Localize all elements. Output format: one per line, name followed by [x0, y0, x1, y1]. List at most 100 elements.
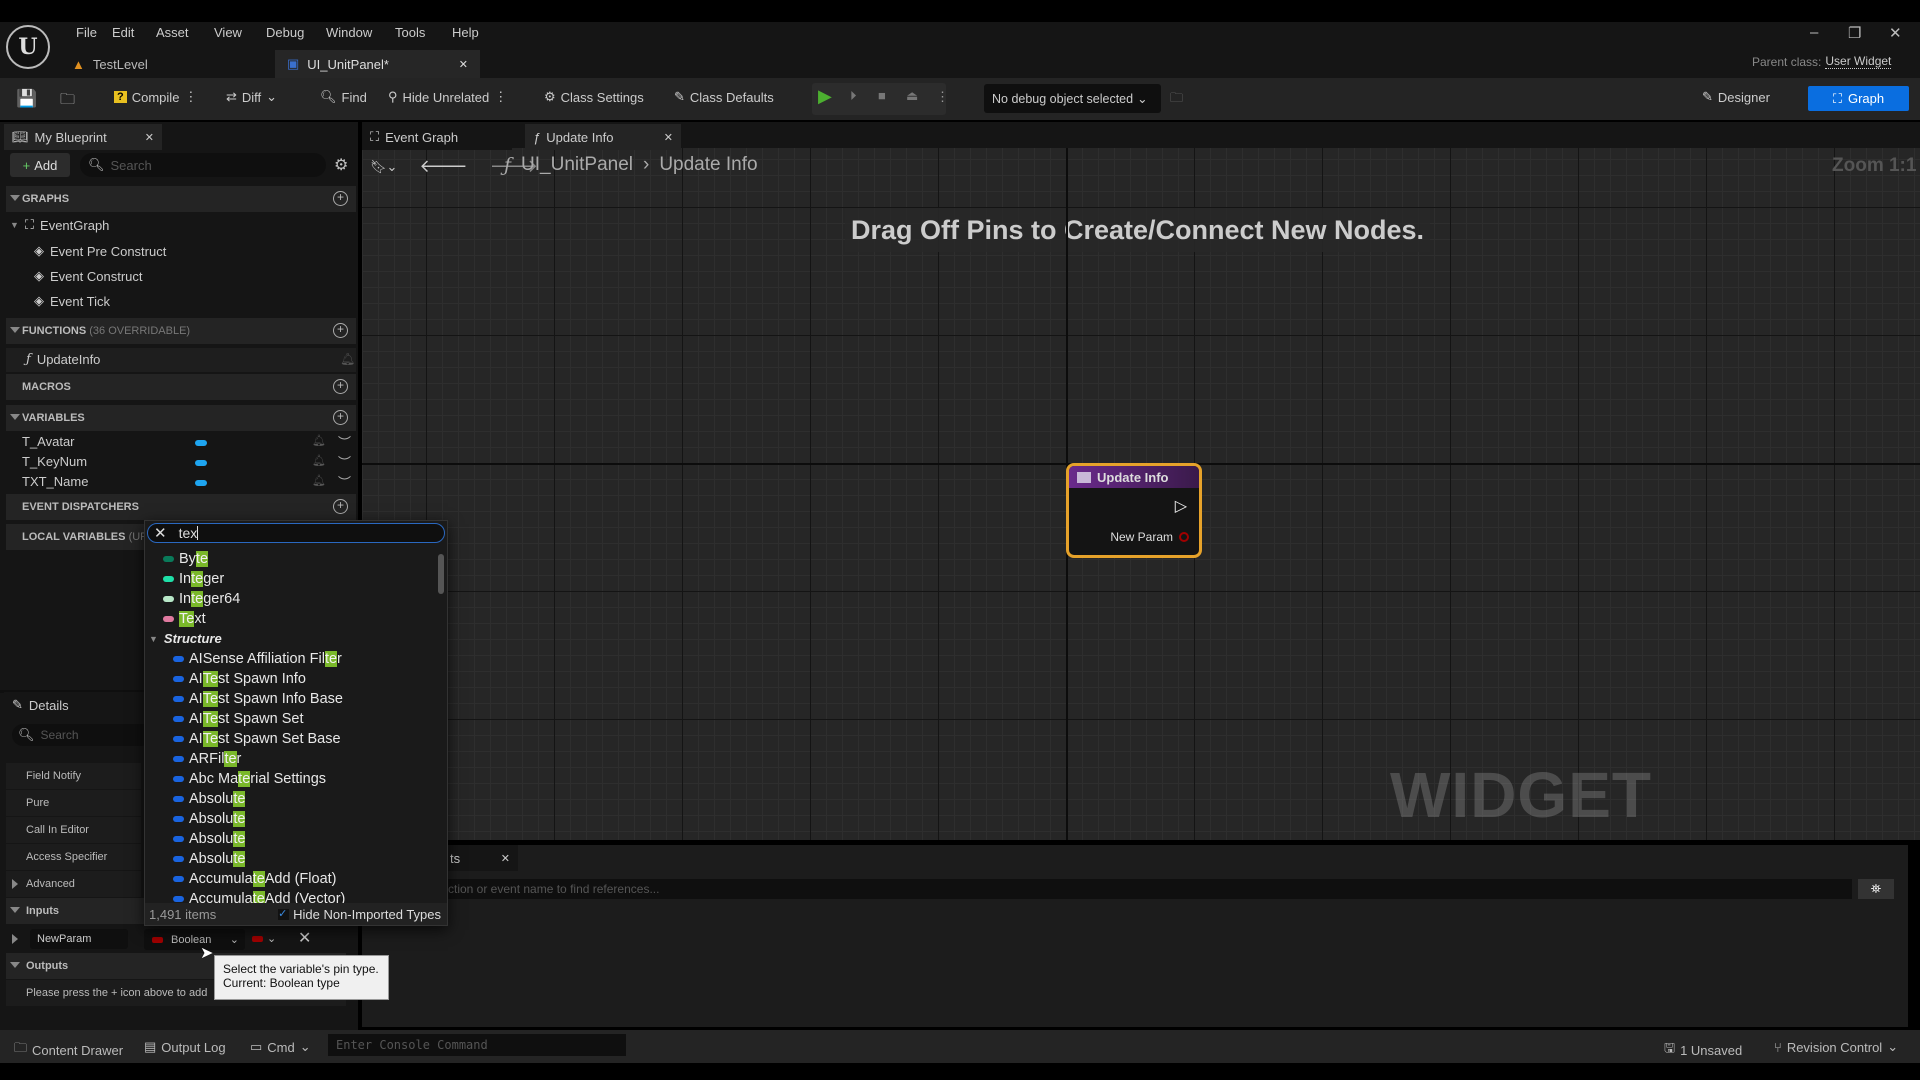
hide-unrelated-button[interactable]: ⚲ Hide Unrelated ⋮	[388, 89, 507, 105]
menu-edit[interactable]: Edit	[112, 25, 134, 40]
add-variable-icon[interactable]: +	[333, 410, 348, 425]
eject-icon[interactable]: ⏏	[906, 88, 918, 104]
settings-gear-icon[interactable]: ⚙	[334, 155, 348, 175]
exec-pin-icon[interactable]: ▷	[1175, 496, 1187, 516]
type-list-item[interactable]: AI Te st Spawn Set	[173, 711, 303, 727]
output-log-button[interactable]: ▤ Output Log	[144, 1039, 226, 1055]
content-drawer-button[interactable]: 🗀 Content Drawer	[14, 1039, 123, 1061]
param-name-input[interactable]: NewParam	[30, 929, 128, 949]
expand-icon[interactable]	[12, 934, 18, 944]
bell-icon[interactable]: 🔔︎	[312, 434, 326, 447]
type-list-item[interactable]: In te ger	[163, 571, 224, 587]
unsaved-button[interactable]: 🖫 1 Unsaved	[1664, 1039, 1742, 1061]
my-blueprint-search[interactable]: 🔍︎ Search	[80, 153, 326, 177]
compile-button[interactable]: ? Compile ⋮	[114, 89, 197, 105]
remove-param-icon[interactable]: ✕	[298, 928, 311, 948]
menu-file[interactable]: File	[76, 25, 97, 40]
parent-class-link[interactable]: User Widget	[1825, 54, 1892, 69]
list-scrollbar[interactable]	[438, 554, 444, 594]
add-graph-icon[interactable]: +	[333, 191, 348, 206]
tab-my-blueprint[interactable]: 📖︎ My Blueprint ✕	[4, 124, 162, 150]
restore-icon[interactable]: ❐	[1848, 24, 1861, 42]
designer-button[interactable]: ✎ Designer	[1702, 89, 1770, 105]
type-list-item[interactable]: AI Te st Spawn Set Base	[173, 731, 341, 747]
eye-closed-icon[interactable]: ︶	[338, 472, 351, 491]
function-entry-node[interactable]: Update Info ▷ New Param	[1066, 463, 1202, 558]
add-function-icon[interactable]: +	[333, 323, 348, 338]
kebab-icon[interactable]: ⋮	[936, 89, 949, 105]
type-list-item[interactable]: In te ger64	[163, 591, 240, 607]
type-list-item[interactable]: AISense Affiliation Fil te r	[173, 651, 342, 667]
menu-help[interactable]: Help	[452, 25, 479, 40]
add-macro-icon[interactable]: +	[333, 379, 348, 394]
add-button[interactable]: + Add	[10, 153, 70, 177]
class-defaults-button[interactable]: ✎ Class Defaults	[674, 89, 774, 105]
find-button[interactable]: 🔍︎ Find	[320, 89, 367, 105]
boolean-pin-icon[interactable]	[1179, 532, 1189, 542]
bell-icon[interactable]: 🔔︎	[312, 474, 326, 487]
event-item[interactable]: ◈ Event Pre Construct	[34, 243, 166, 259]
bell-icon[interactable]: 🔔︎	[312, 454, 326, 467]
revision-control-button[interactable]: ⑂ Revision Control ⌄	[1774, 1039, 1898, 1055]
minimize-icon[interactable]: –	[1810, 24, 1818, 41]
variable-item[interactable]: T_KeyNum	[22, 454, 87, 469]
pin-type-dropdown[interactable]: Boolean ⌄	[144, 929, 245, 950]
function-item[interactable]: ƒ UpdateInfo	[26, 352, 100, 367]
type-list-item[interactable]: Absolu te	[173, 851, 246, 867]
type-list-item[interactable]: AI Te st Spawn Info Base	[173, 691, 343, 707]
type-list-item[interactable]: ARFil te r	[173, 751, 241, 767]
close-tab-icon[interactable]: ✕	[501, 852, 510, 865]
debug-object-select[interactable]: No debug object selected ⌄	[984, 84, 1161, 113]
console-input[interactable]: Enter Console Command	[328, 1034, 626, 1056]
eye-closed-icon[interactable]: ︶	[338, 452, 351, 471]
kebab-icon[interactable]: ⋮	[184, 89, 197, 105]
type-list-item[interactable]: AI Te st Spawn Info	[173, 671, 306, 687]
tab-details[interactable]: ✎ Details	[4, 692, 154, 718]
type-list-item[interactable]: Absolu te	[173, 831, 246, 847]
doc-tab[interactable]: ▲ TestLevel	[60, 50, 260, 78]
step-icon[interactable]: ⏵	[850, 88, 857, 104]
back-arrow-icon[interactable]: 🡐	[419, 156, 467, 177]
details-search[interactable]: 🔍︎ Search	[12, 724, 152, 746]
debug-browse-icon[interactable]: 🗀	[1170, 89, 1183, 111]
menu-window[interactable]: Window	[326, 25, 372, 40]
new-param-pin[interactable]: New Param	[1110, 530, 1189, 544]
unreal-logo[interactable]: U	[6, 25, 50, 69]
type-list-item[interactable]: Te xt	[163, 611, 206, 627]
diff-button[interactable]: ⇄ Diff ⌄	[226, 89, 277, 105]
binoculars-icon[interactable]: ⛯	[1858, 879, 1894, 899]
section-event-dispatchers[interactable]: EVENT DISPATCHERS +	[6, 494, 356, 520]
stop-icon[interactable]: ■	[878, 88, 886, 103]
bell-icon[interactable]: 🔔︎	[340, 352, 355, 366]
type-list-item[interactable]: Absolu te	[173, 791, 246, 807]
close-tab-icon[interactable]: ✕	[459, 58, 468, 71]
event-item[interactable]: ◈ Event Construct	[34, 268, 143, 284]
menu-tools[interactable]: Tools	[395, 25, 425, 40]
bookmark-icon[interactable]: 🔖︎⌄	[370, 159, 397, 175]
variable-item[interactable]: TXT_Name	[22, 474, 88, 489]
event-item[interactable]: ◈ Event Tick	[34, 293, 110, 309]
hide-non-imported-checkbox[interactable]: ✓	[278, 908, 290, 920]
section-graphs[interactable]: GRAPHS +	[6, 186, 356, 212]
eye-closed-icon[interactable]: ︶	[338, 432, 351, 451]
breadcrumb-root[interactable]: UI_UnitPanel	[521, 154, 633, 176]
close-window-icon[interactable]: ✕	[1889, 24, 1902, 42]
type-list-item[interactable]: Accumula te Add (Float)	[173, 871, 337, 887]
graph-mode-button[interactable]: ⛶ Graph	[1808, 86, 1909, 111]
cmd-dropdown[interactable]: ▭ Cmd ⌄	[250, 1039, 311, 1055]
category-structure[interactable]: ▼ Structure	[149, 631, 222, 646]
tab-update-info[interactable]: ƒ Update Info ✕	[525, 124, 681, 150]
browse-icon[interactable]: 🗀	[60, 89, 75, 114]
container-type-dropdown[interactable]: ⌄	[252, 932, 276, 945]
add-dispatcher-icon[interactable]: +	[333, 499, 348, 514]
section-variables[interactable]: VARIABLES +	[6, 405, 356, 431]
close-tab-icon[interactable]: ✕	[145, 131, 154, 144]
type-list-item[interactable]: Absolu te	[173, 811, 246, 827]
menu-asset[interactable]: Asset	[156, 25, 189, 40]
play-icon[interactable]: ▶	[818, 86, 832, 107]
tab-event-graph[interactable]: ⛶ Event Graph	[362, 124, 512, 150]
menu-debug[interactable]: Debug	[266, 25, 304, 40]
find-input[interactable]: ction or event name to find references..…	[362, 879, 1852, 899]
section-functions[interactable]: FUNCTIONS (36 OVERRIDABLE) +	[6, 318, 356, 344]
type-list-item[interactable]: Accumula te Add (Vector)	[173, 891, 345, 903]
